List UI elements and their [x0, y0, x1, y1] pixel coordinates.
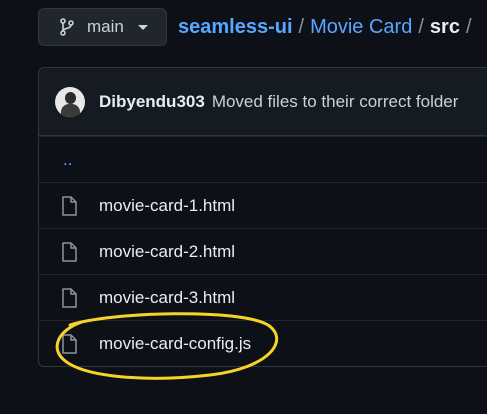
- breadcrumb-current: src: [429, 16, 460, 38]
- commit-message[interactable]: Moved files to their correct folder: [212, 92, 459, 112]
- file-name[interactable]: movie-card-2.html: [99, 242, 235, 262]
- file-row[interactable]: movie-card-3.html: [39, 274, 487, 320]
- file-icon: [61, 195, 77, 216]
- file-icon: [61, 241, 77, 262]
- chevron-down-icon: [137, 24, 148, 30]
- file-name[interactable]: movie-card-config.js: [99, 334, 251, 354]
- breadcrumb: seamless-ui / Movie Card / src /: [178, 16, 478, 39]
- breadcrumb-separator: /: [418, 16, 424, 38]
- breadcrumb-folder-link[interactable]: Movie Card: [310, 16, 412, 38]
- file-row[interactable]: movie-card-2.html: [39, 228, 487, 274]
- file-name[interactable]: movie-card-1.html: [99, 196, 235, 216]
- breadcrumb-separator: /: [465, 16, 472, 38]
- parent-directory-link[interactable]: ..: [39, 136, 487, 182]
- commit-author[interactable]: Dibyendu303: [99, 92, 205, 112]
- git-branch-icon: [59, 18, 75, 36]
- file-row[interactable]: movie-card-config.js: [39, 320, 487, 366]
- breadcrumb-separator: /: [298, 16, 305, 38]
- latest-commit-bar: Dibyendu303 Moved files to their correct…: [39, 68, 487, 136]
- file-row[interactable]: movie-card-1.html: [39, 182, 487, 228]
- file-icon: [61, 287, 77, 308]
- avatar[interactable]: [55, 86, 85, 117]
- file-list: Dibyendu303 Moved files to their correct…: [38, 67, 487, 367]
- branch-name: main: [87, 17, 124, 36]
- breadcrumb-repo-link[interactable]: seamless-ui: [178, 16, 293, 38]
- branch-selector-button[interactable]: main: [38, 8, 167, 46]
- file-icon: [61, 333, 77, 354]
- file-name[interactable]: movie-card-3.html: [99, 288, 235, 308]
